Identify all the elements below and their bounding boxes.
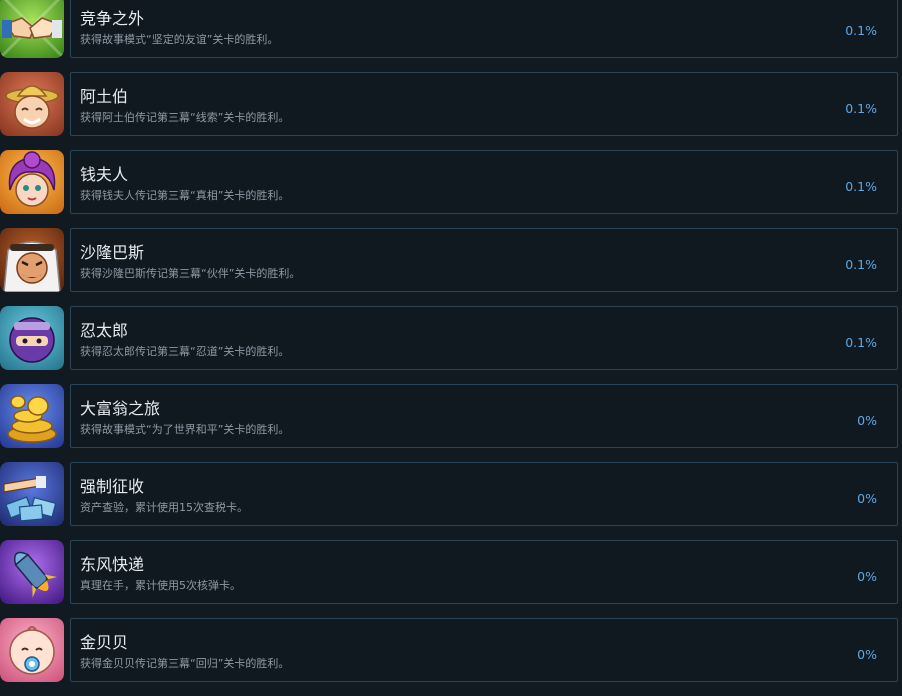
achievement-description: 真理在手，累计使用5次核弹卡。 [80,579,241,592]
achievement-row[interactable]: 大富翁之旅 获得故事模式“为了世界和平”关卡的胜利。 0% [0,384,902,462]
achievement-unlock-percent: 0.1% [845,179,877,194]
achievement-title: 强制征收 [80,477,145,496]
achievement-title: 钱夫人 [80,165,129,184]
achievement-unlock-percent: 0% [857,491,877,506]
achievement-description: 获得金贝贝传记第三幕“回归”关卡的胜利。 [80,657,290,670]
achievement-unlock-percent: 0.1% [845,23,877,38]
achievement-row[interactable]: 沙隆巴斯 获得沙隆巴斯传记第三幕“伙伴”关卡的胜利。 0.1% [0,228,902,306]
sheikh-icon [0,228,64,292]
achievement-title: 大富翁之旅 [80,399,161,418]
achievement-description: 资产查验，累计使用15次查税卡。 [80,501,248,514]
old-farmer-icon [0,72,64,136]
achievement-title: 忍太郎 [80,321,129,340]
achievement-card: 忍太郎 获得忍太郎传记第三幕“忍道”关卡的胜利。 0.1% [70,306,898,370]
achievement-unlock-percent: 0.1% [845,257,877,272]
achievement-unlock-percent: 0.1% [845,335,877,350]
achievement-title: 竞争之外 [80,9,145,28]
achievement-description: 获得沙隆巴斯传记第三幕“伙伴”关卡的胜利。 [80,267,301,280]
achievement-row[interactable]: 东风快递 真理在手，累计使用5次核弹卡。 0% [0,540,902,618]
achievement-title: 阿土伯 [80,87,129,106]
achievement-unlock-percent: 0% [857,413,877,428]
achievement-row[interactable]: 竞争之外 获得故事模式“坚定的友谊”关卡的胜利。 0.1% [0,0,902,72]
achievement-row[interactable]: 金贝贝 获得金贝贝传记第三幕“回归”关卡的胜利。 0% [0,618,902,696]
madame-qian-icon [0,150,64,214]
achievement-list: 竞争之外 获得故事模式“坚定的友谊”关卡的胜利。 0.1% 阿土伯 获得阿土伯传… [0,0,902,696]
achievement-card: 东风快递 真理在手，累计使用5次核弹卡。 0% [70,540,898,604]
achievement-card: 钱夫人 获得钱夫人传记第三幕“真相”关卡的胜利。 0.1% [70,150,898,214]
missile-icon [0,540,64,604]
achievement-description: 获得故事模式“为了世界和平”关卡的胜利。 [80,423,290,436]
tax-card-icon [0,462,64,526]
achievement-title: 沙隆巴斯 [80,243,145,262]
gold-coins-icon [0,384,64,448]
achievement-card: 竞争之外 获得故事模式“坚定的友谊”关卡的胜利。 0.1% [70,0,898,58]
ninja-icon [0,306,64,370]
achievement-unlock-percent: 0.1% [845,101,877,116]
achievement-card: 金贝贝 获得金贝贝传记第三幕“回归”关卡的胜利。 0% [70,618,898,682]
achievement-unlock-percent: 0% [857,647,877,662]
achievement-title: 金贝贝 [80,633,129,652]
achievement-description: 获得忍太郎传记第三幕“忍道”关卡的胜利。 [80,345,290,358]
achievement-row[interactable]: 钱夫人 获得钱夫人传记第三幕“真相”关卡的胜利。 0.1% [0,150,902,228]
baby-icon [0,618,64,682]
achievement-description: 获得阿土伯传记第三幕“线索”关卡的胜利。 [80,111,290,124]
achievement-card: 强制征收 资产查验，累计使用15次查税卡。 0% [70,462,898,526]
achievement-card: 阿土伯 获得阿土伯传记第三幕“线索”关卡的胜利。 0.1% [70,72,898,136]
handshake-icon [0,0,64,58]
achievement-card: 大富翁之旅 获得故事模式“为了世界和平”关卡的胜利。 0% [70,384,898,448]
achievement-description: 获得故事模式“坚定的友谊”关卡的胜利。 [80,33,279,46]
achievement-row[interactable]: 强制征收 资产查验，累计使用15次查税卡。 0% [0,462,902,540]
achievement-title: 东风快递 [80,555,145,574]
achievement-row[interactable]: 阿土伯 获得阿土伯传记第三幕“线索”关卡的胜利。 0.1% [0,72,902,150]
achievement-unlock-percent: 0% [857,569,877,584]
achievement-card: 沙隆巴斯 获得沙隆巴斯传记第三幕“伙伴”关卡的胜利。 0.1% [70,228,898,292]
achievement-description: 获得钱夫人传记第三幕“真相”关卡的胜利。 [80,189,290,202]
achievement-row[interactable]: 忍太郎 获得忍太郎传记第三幕“忍道”关卡的胜利。 0.1% [0,306,902,384]
